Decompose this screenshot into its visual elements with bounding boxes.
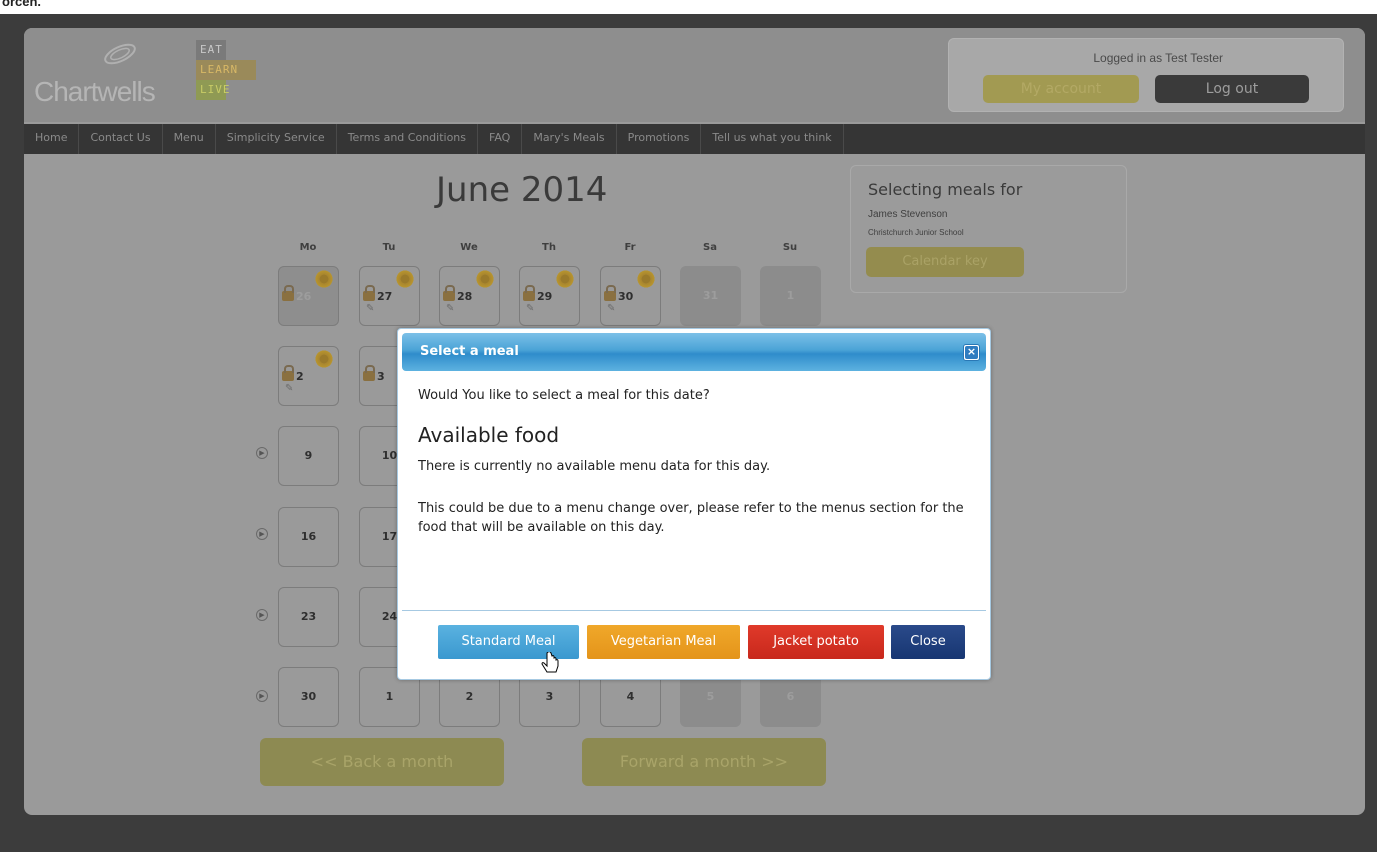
dialog-titlebar: Select a meal × bbox=[402, 333, 986, 371]
tagline-learn: LEARN bbox=[196, 60, 256, 80]
gear-icon bbox=[395, 269, 415, 289]
calendar-day[interactable]: 30 bbox=[278, 667, 339, 727]
nav-feedback[interactable]: Tell us what you think bbox=[701, 124, 844, 154]
lock-icon bbox=[523, 285, 535, 301]
hand-cursor-icon bbox=[541, 652, 559, 673]
calendar-day[interactable]: 28 ✎ bbox=[439, 266, 500, 326]
cutlery-icon: ✎ bbox=[526, 303, 535, 314]
lock-icon bbox=[363, 365, 375, 381]
nav-simplicity-service[interactable]: Simplicity Service bbox=[216, 124, 337, 154]
log-out-button[interactable]: Log out bbox=[1155, 75, 1309, 103]
dialog-close-button[interactable]: × bbox=[963, 344, 980, 361]
nav-promotions[interactable]: Promotions bbox=[617, 124, 702, 154]
my-account-button[interactable]: My account bbox=[983, 75, 1139, 103]
nav-terms[interactable]: Terms and Conditions bbox=[337, 124, 479, 154]
gear-icon bbox=[314, 269, 334, 289]
row-expand-icon[interactable]: ▶ bbox=[256, 528, 268, 540]
top-strip-text: orcen. bbox=[2, 0, 42, 9]
pupil-name: James Stevenson bbox=[868, 209, 948, 220]
dow-sa: Sa bbox=[703, 242, 717, 253]
back-month-button[interactable]: << Back a month bbox=[260, 738, 504, 786]
calendar-day[interactable]: 29 ✎ bbox=[519, 266, 580, 326]
close-button[interactable]: Close bbox=[891, 625, 965, 659]
account-box: Logged in as Test Tester My account Log … bbox=[948, 38, 1344, 112]
cutlery-icon: ✎ bbox=[285, 383, 294, 394]
lock-icon bbox=[443, 285, 455, 301]
logged-in-text: Logged in as Test Tester bbox=[1093, 51, 1223, 65]
lock-icon bbox=[282, 365, 294, 381]
nav-home[interactable]: Home bbox=[24, 124, 80, 154]
nav-contact-us[interactable]: Contact Us bbox=[79, 124, 163, 154]
selecting-meals-panel: Selecting meals for James Stevenson Chri… bbox=[850, 165, 1127, 293]
site-header: Chartwells EAT LEARN LIVE Logged in as T… bbox=[24, 28, 1365, 122]
calendar-day: 1 bbox=[760, 266, 821, 326]
tagline-eat: EAT bbox=[196, 40, 226, 60]
tagline-live: LIVE bbox=[196, 80, 230, 100]
logo[interactable]: Chartwells bbox=[34, 76, 156, 108]
calendar-day[interactable]: 2 ✎ bbox=[278, 346, 339, 406]
cutlery-icon: ✎ bbox=[607, 303, 616, 314]
lock-icon bbox=[282, 285, 294, 301]
dow-fr: Fr bbox=[624, 242, 636, 253]
dow-th: Th bbox=[542, 242, 556, 253]
dow-tu: Tu bbox=[382, 242, 396, 253]
forward-month-button[interactable]: Forward a month >> bbox=[582, 738, 826, 786]
dow-we: We bbox=[460, 242, 478, 253]
main-nav: Home Contact Us Menu Simplicity Service … bbox=[24, 124, 1365, 154]
gear-icon bbox=[314, 349, 334, 369]
dialog-divider bbox=[402, 610, 986, 611]
month-title: June 2014 bbox=[436, 170, 608, 210]
dow-su: Su bbox=[782, 242, 798, 253]
dialog-title: Select a meal bbox=[420, 344, 519, 359]
calendar-day: 31 bbox=[680, 266, 741, 326]
calendar-day[interactable]: 27 ✎ bbox=[359, 266, 420, 326]
calendar-key-button[interactable]: Calendar key bbox=[866, 247, 1024, 277]
calendar-day[interactable]: 9 bbox=[278, 426, 339, 486]
row-expand-icon[interactable]: ▶ bbox=[256, 690, 268, 702]
cutlery-icon: ✎ bbox=[366, 303, 375, 314]
cutlery-icon: ✎ bbox=[446, 303, 455, 314]
nav-marys-meals[interactable]: Mary's Meals bbox=[522, 124, 617, 154]
vegetarian-meal-button[interactable]: Vegetarian Meal bbox=[587, 625, 740, 659]
close-icon: × bbox=[965, 345, 978, 359]
lock-icon bbox=[604, 285, 616, 301]
calendar-day[interactable]: 26 bbox=[278, 266, 339, 326]
gear-icon bbox=[636, 269, 656, 289]
no-menu-message: There is currently no available menu dat… bbox=[418, 459, 771, 474]
tagline: EAT LEARN LIVE bbox=[196, 40, 256, 100]
school-name: Christchurch Junior School bbox=[868, 228, 964, 237]
gear-icon bbox=[555, 269, 575, 289]
calendar-day[interactable]: 30 ✎ bbox=[600, 266, 661, 326]
calendar-day[interactable]: 16 bbox=[278, 507, 339, 567]
nav-menu[interactable]: Menu bbox=[163, 124, 216, 154]
dow-mo: Mo bbox=[299, 242, 317, 253]
lock-icon bbox=[363, 285, 375, 301]
calendar-day[interactable]: 23 bbox=[278, 587, 339, 647]
nav-faq[interactable]: FAQ bbox=[478, 124, 523, 154]
menu-change-message: This could be due to a menu change over,… bbox=[418, 501, 964, 535]
gear-icon bbox=[475, 269, 495, 289]
row-expand-icon[interactable]: ▶ bbox=[256, 447, 268, 459]
selecting-title: Selecting meals for bbox=[868, 180, 1023, 199]
logo-swoosh-icon bbox=[104, 43, 136, 65]
select-meal-dialog: Select a meal × Would You like to select… bbox=[397, 328, 991, 680]
top-strip: orcen. bbox=[0, 0, 1377, 14]
jacket-potato-button[interactable]: Jacket potato bbox=[748, 625, 884, 659]
available-food-heading: Available food bbox=[418, 423, 560, 447]
dialog-question: Would You like to select a meal for this… bbox=[418, 388, 710, 403]
row-expand-icon[interactable]: ▶ bbox=[256, 609, 268, 621]
